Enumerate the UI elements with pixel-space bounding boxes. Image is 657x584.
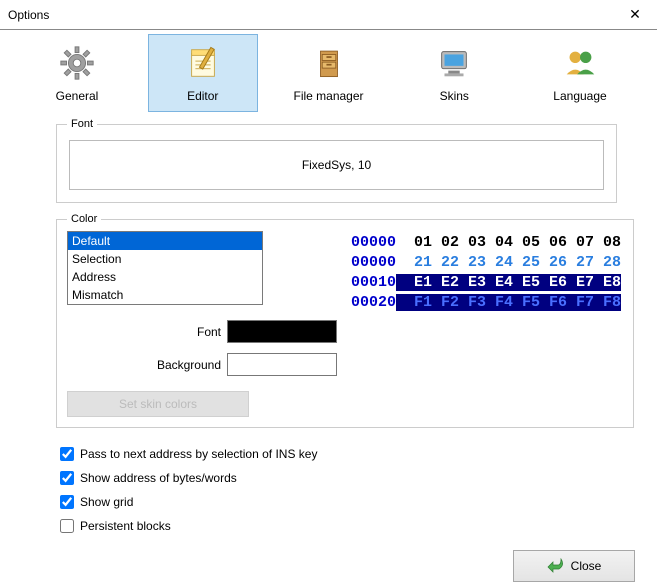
tab-editor[interactable]: Editor (148, 34, 258, 112)
font-color-swatch[interactable] (227, 320, 337, 343)
check-show-addr[interactable]: Show address of bytes/words (60, 466, 617, 490)
check-show-grid[interactable]: Show grid (60, 490, 617, 514)
tab-skins[interactable]: Skins (399, 34, 509, 112)
tab-filemanager-label: File manager (293, 89, 363, 103)
color-legend: Color (67, 213, 101, 225)
titlebar: Options ✕ (0, 0, 657, 30)
window-close-button[interactable]: ✕ (613, 0, 657, 30)
check-persistent-box[interactable] (60, 519, 74, 533)
hex-bytes: 01 02 03 04 05 06 07 08 (396, 234, 621, 251)
font-value: FixedSys, 10 (302, 158, 371, 172)
background-color-swatch[interactable] (227, 353, 337, 376)
hex-addr: 00000 (351, 234, 396, 251)
hex-addr: 00000 (351, 254, 396, 271)
tab-general-label: General (56, 89, 99, 103)
close-button-label: Close (571, 559, 602, 573)
check-pass-ins-label: Pass to next address by selection of INS… (80, 447, 317, 461)
check-persistent-label: Persistent blocks (80, 519, 171, 533)
hex-addr: 00010 (351, 274, 396, 291)
hex-addr: 00020 (351, 294, 396, 311)
color-group: Color DefaultSelectionAddressMismatch Fo… (56, 213, 634, 428)
font-legend: Font (67, 118, 97, 130)
check-show-grid-label: Show grid (80, 495, 133, 509)
check-persistent[interactable]: Persistent blocks (60, 514, 617, 538)
tab-language-label: Language (553, 89, 606, 103)
tab-bar: General Editor File manager (0, 30, 657, 112)
file-cabinet-icon (309, 43, 349, 83)
check-show-grid-box[interactable] (60, 495, 74, 509)
tab-file-manager[interactable]: File manager (274, 34, 384, 112)
background-swatch-label: Background (157, 358, 221, 372)
gear-icon (57, 43, 97, 83)
check-show-addr-label: Show address of bytes/words (80, 471, 237, 485)
hex-bytes: 21 22 23 24 25 26 27 28 (396, 254, 621, 271)
tab-skins-label: Skins (440, 89, 469, 103)
hex-bytes: E1 E2 E3 E4 E5 E6 E7 E8 (396, 274, 621, 291)
hex-color-preview: 00000 01 02 03 04 05 06 07 0800000 21 22… (349, 231, 623, 327)
font-group: Font FixedSys, 10 (56, 118, 617, 203)
set-skin-colors-button: Set skin colors (67, 391, 249, 417)
color-entry-address[interactable]: Address (68, 268, 262, 286)
color-entry-default[interactable]: Default (68, 232, 262, 250)
tab-language[interactable]: Language (525, 34, 635, 112)
check-pass-ins-box[interactable] (60, 447, 74, 461)
hex-bytes: F1 F2 F3 F4 F5 F6 F7 F8 (396, 294, 621, 311)
check-pass-ins[interactable]: Pass to next address by selection of INS… (60, 442, 617, 466)
checkbox-area: Pass to next address by selection of INS… (60, 442, 617, 538)
font-swatch-label: Font (197, 325, 221, 339)
tab-editor-label: Editor (187, 89, 218, 103)
color-entry-selection[interactable]: Selection (68, 250, 262, 268)
back-arrow-icon (547, 557, 565, 576)
color-list[interactable]: DefaultSelectionAddressMismatch (67, 231, 263, 305)
tab-general[interactable]: General (22, 34, 132, 112)
people-icon (560, 43, 600, 83)
monitor-icon (434, 43, 474, 83)
color-entry-mismatch[interactable]: Mismatch (68, 286, 262, 304)
check-show-addr-box[interactable] (60, 471, 74, 485)
close-button[interactable]: Close (513, 550, 635, 582)
notepad-icon (183, 43, 223, 83)
font-picker-button[interactable]: FixedSys, 10 (69, 140, 604, 190)
window-title: Options (8, 8, 613, 22)
